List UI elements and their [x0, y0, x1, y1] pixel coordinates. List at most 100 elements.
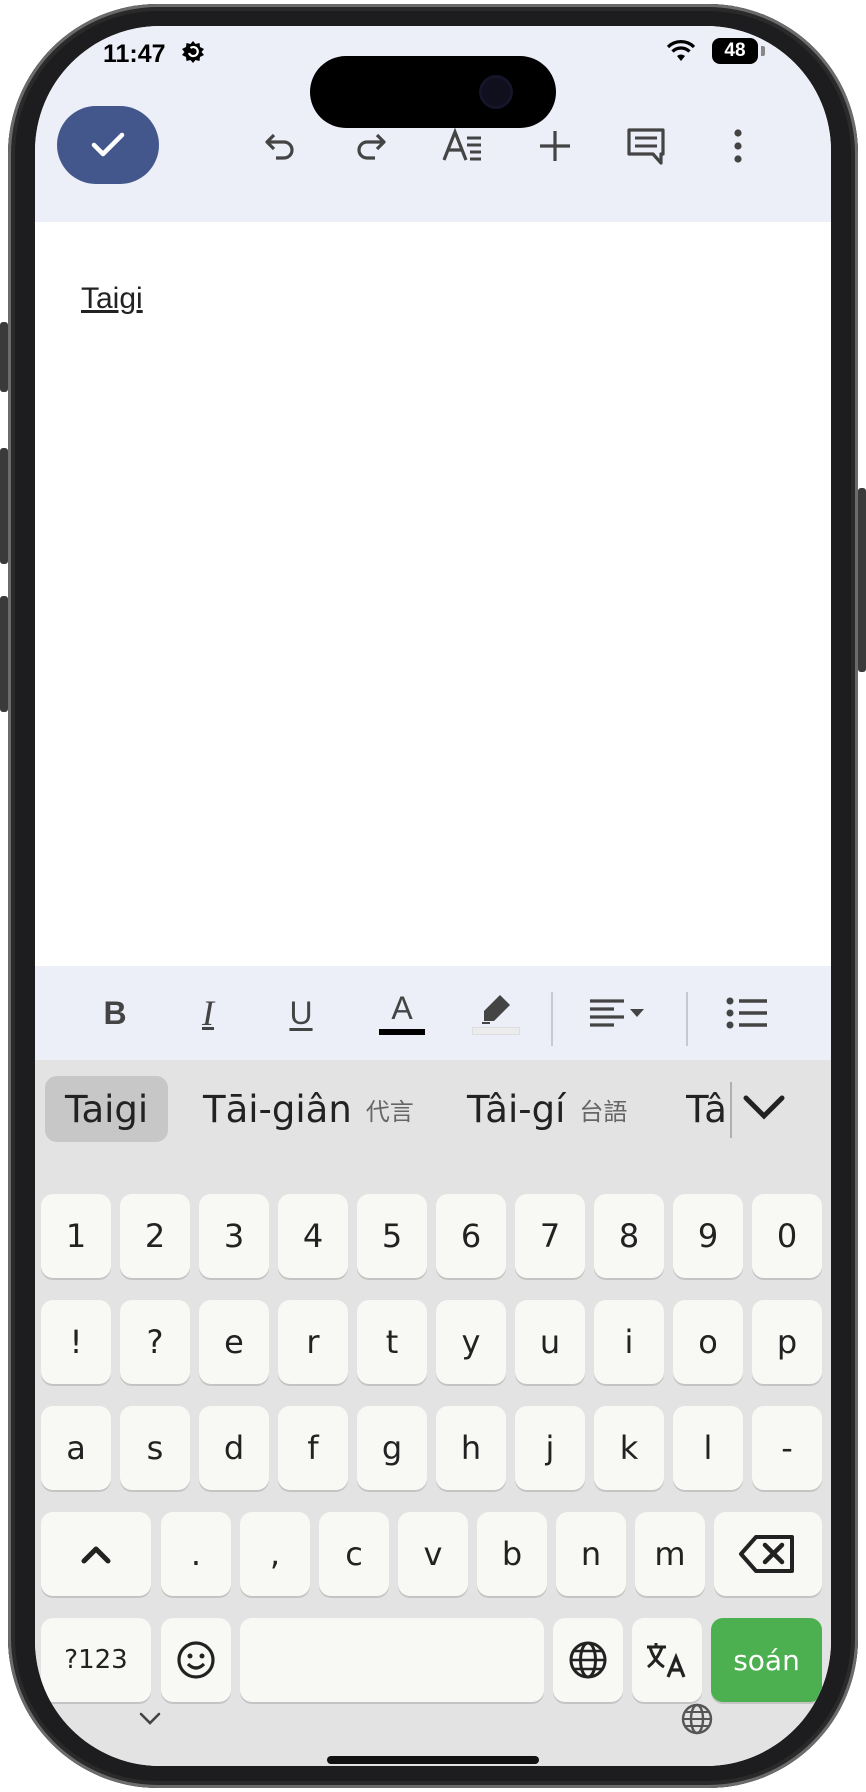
key-l[interactable]: l [673, 1406, 743, 1490]
suggestion-4[interactable]: Tâ [686, 1076, 728, 1142]
suggestion-text: Tâ [686, 1087, 727, 1131]
status-time: 11:47 [103, 40, 166, 68]
backspace-key[interactable] [714, 1512, 822, 1596]
key-r[interactable]: r [278, 1300, 348, 1384]
key-p[interactable]: p [752, 1300, 822, 1384]
text-format-button[interactable] [439, 122, 487, 170]
hide-keyboard-button[interactable] [137, 1710, 163, 1733]
action-button [0, 322, 8, 392]
key-d[interactable]: d [199, 1406, 269, 1490]
format-toolbar: B I U A [35, 966, 831, 1060]
key-3[interactable]: 3 [199, 1194, 269, 1278]
bullet-list-button[interactable] [722, 988, 772, 1038]
globe-icon [681, 1703, 713, 1735]
symbols-key[interactable]: ?123 [41, 1618, 151, 1702]
undo-icon [265, 133, 294, 160]
key-8[interactable]: 8 [594, 1194, 664, 1278]
suggestion-3[interactable]: Tâi-gí 台語 [467, 1076, 627, 1142]
dynamic-island [310, 56, 556, 128]
key-6[interactable]: 6 [436, 1194, 506, 1278]
key-g[interactable]: g [357, 1406, 427, 1490]
switch-input-button[interactable] [680, 1702, 714, 1741]
shift-key[interactable] [41, 1512, 151, 1596]
key-m[interactable]: m [635, 1512, 705, 1596]
key-question[interactable]: ? [120, 1300, 190, 1384]
divider [686, 992, 688, 1046]
key-5[interactable]: 5 [357, 1194, 427, 1278]
key-hyphen[interactable]: - [752, 1406, 822, 1490]
key-v[interactable]: v [398, 1512, 468, 1596]
key-4[interactable]: 4 [278, 1194, 348, 1278]
language-key[interactable] [553, 1618, 623, 1702]
comment-icon [627, 128, 665, 165]
key-2[interactable]: 2 [120, 1194, 190, 1278]
key-h[interactable]: h [436, 1406, 506, 1490]
key-n[interactable]: n [556, 1512, 626, 1596]
text-color-swatch [379, 1029, 425, 1035]
key-1[interactable]: 1 [41, 1194, 111, 1278]
key-t[interactable]: t [357, 1300, 427, 1384]
volume-up-button [0, 448, 8, 564]
text-color-icon: A [391, 990, 413, 1026]
key-o[interactable]: o [673, 1300, 743, 1384]
translate-key[interactable] [632, 1618, 702, 1702]
suggestion-hanji: 台語 [579, 1097, 628, 1126]
app-toolbar: 11:47 48 [35, 26, 831, 222]
emoji-key[interactable] [161, 1618, 231, 1702]
key-period[interactable]: . [161, 1512, 231, 1596]
redo-button[interactable] [347, 122, 395, 170]
space-key[interactable] [240, 1618, 544, 1702]
key-b[interactable]: b [477, 1512, 547, 1596]
highlight-swatch [472, 1027, 520, 1035]
suggestion-hanji: 代言 [365, 1097, 414, 1126]
key-exclamation[interactable]: ! [41, 1300, 111, 1384]
key-k[interactable]: k [594, 1406, 664, 1490]
key-y[interactable]: y [436, 1300, 506, 1384]
battery-tip [761, 46, 765, 56]
italic-icon: I [202, 993, 214, 1033]
expand-suggestions-button[interactable] [740, 1084, 788, 1135]
highlight-button[interactable] [471, 988, 521, 1038]
backspace-icon [739, 1535, 794, 1573]
key-9[interactable]: 9 [673, 1194, 743, 1278]
suggestion-strip: Taigi Tāi-giân 代言 Tâi-gí 台語 Tâ [35, 1060, 831, 1164]
translate-icon [647, 1643, 686, 1678]
insert-button[interactable] [531, 122, 579, 170]
underline-button[interactable]: U [276, 988, 326, 1038]
suggestion-text: Tāi-giân [203, 1087, 352, 1131]
insert-icon [540, 131, 570, 161]
suggestion-1[interactable]: Taigi [45, 1076, 169, 1142]
document-canvas[interactable]: Taigi [35, 222, 831, 966]
comment-button[interactable] [622, 122, 670, 170]
enter-key[interactable]: soán [711, 1618, 822, 1702]
undo-button[interactable] [256, 122, 304, 170]
wifi-icon [665, 39, 697, 68]
battery-indicator: 48 [712, 38, 758, 64]
key-e[interactable]: e [199, 1300, 269, 1384]
key-comma[interactable]: , [240, 1512, 310, 1596]
align-button[interactable] [584, 988, 654, 1038]
check-icon [91, 132, 125, 157]
key-j[interactable]: j [515, 1406, 585, 1490]
key-c[interactable]: c [319, 1512, 389, 1596]
key-7[interactable]: 7 [515, 1194, 585, 1278]
key-u[interactable]: u [515, 1300, 585, 1384]
document-text[interactable]: Taigi [81, 282, 143, 316]
suggestion-2[interactable]: Tāi-giân 代言 [203, 1076, 414, 1142]
key-i[interactable]: i [594, 1300, 664, 1384]
bold-icon: B [103, 994, 127, 1031]
screen: 11:47 48 Taigi B I U A Taigi Tāi-giân 代言… [35, 26, 831, 1766]
suggestion-text: Tâi-gí [467, 1087, 566, 1131]
key-0[interactable]: 0 [752, 1194, 822, 1278]
key-f[interactable]: f [278, 1406, 348, 1490]
done-button[interactable] [57, 106, 159, 184]
text-color-button[interactable]: A [377, 988, 427, 1038]
italic-button[interactable]: I [183, 988, 233, 1038]
globe-icon [569, 1641, 607, 1679]
bold-button[interactable]: B [90, 988, 140, 1038]
chevron-down-icon [743, 1095, 785, 1120]
more-options-button[interactable] [714, 122, 762, 170]
home-indicator[interactable] [327, 1756, 539, 1764]
key-a[interactable]: a [41, 1406, 111, 1490]
key-s[interactable]: s [120, 1406, 190, 1490]
